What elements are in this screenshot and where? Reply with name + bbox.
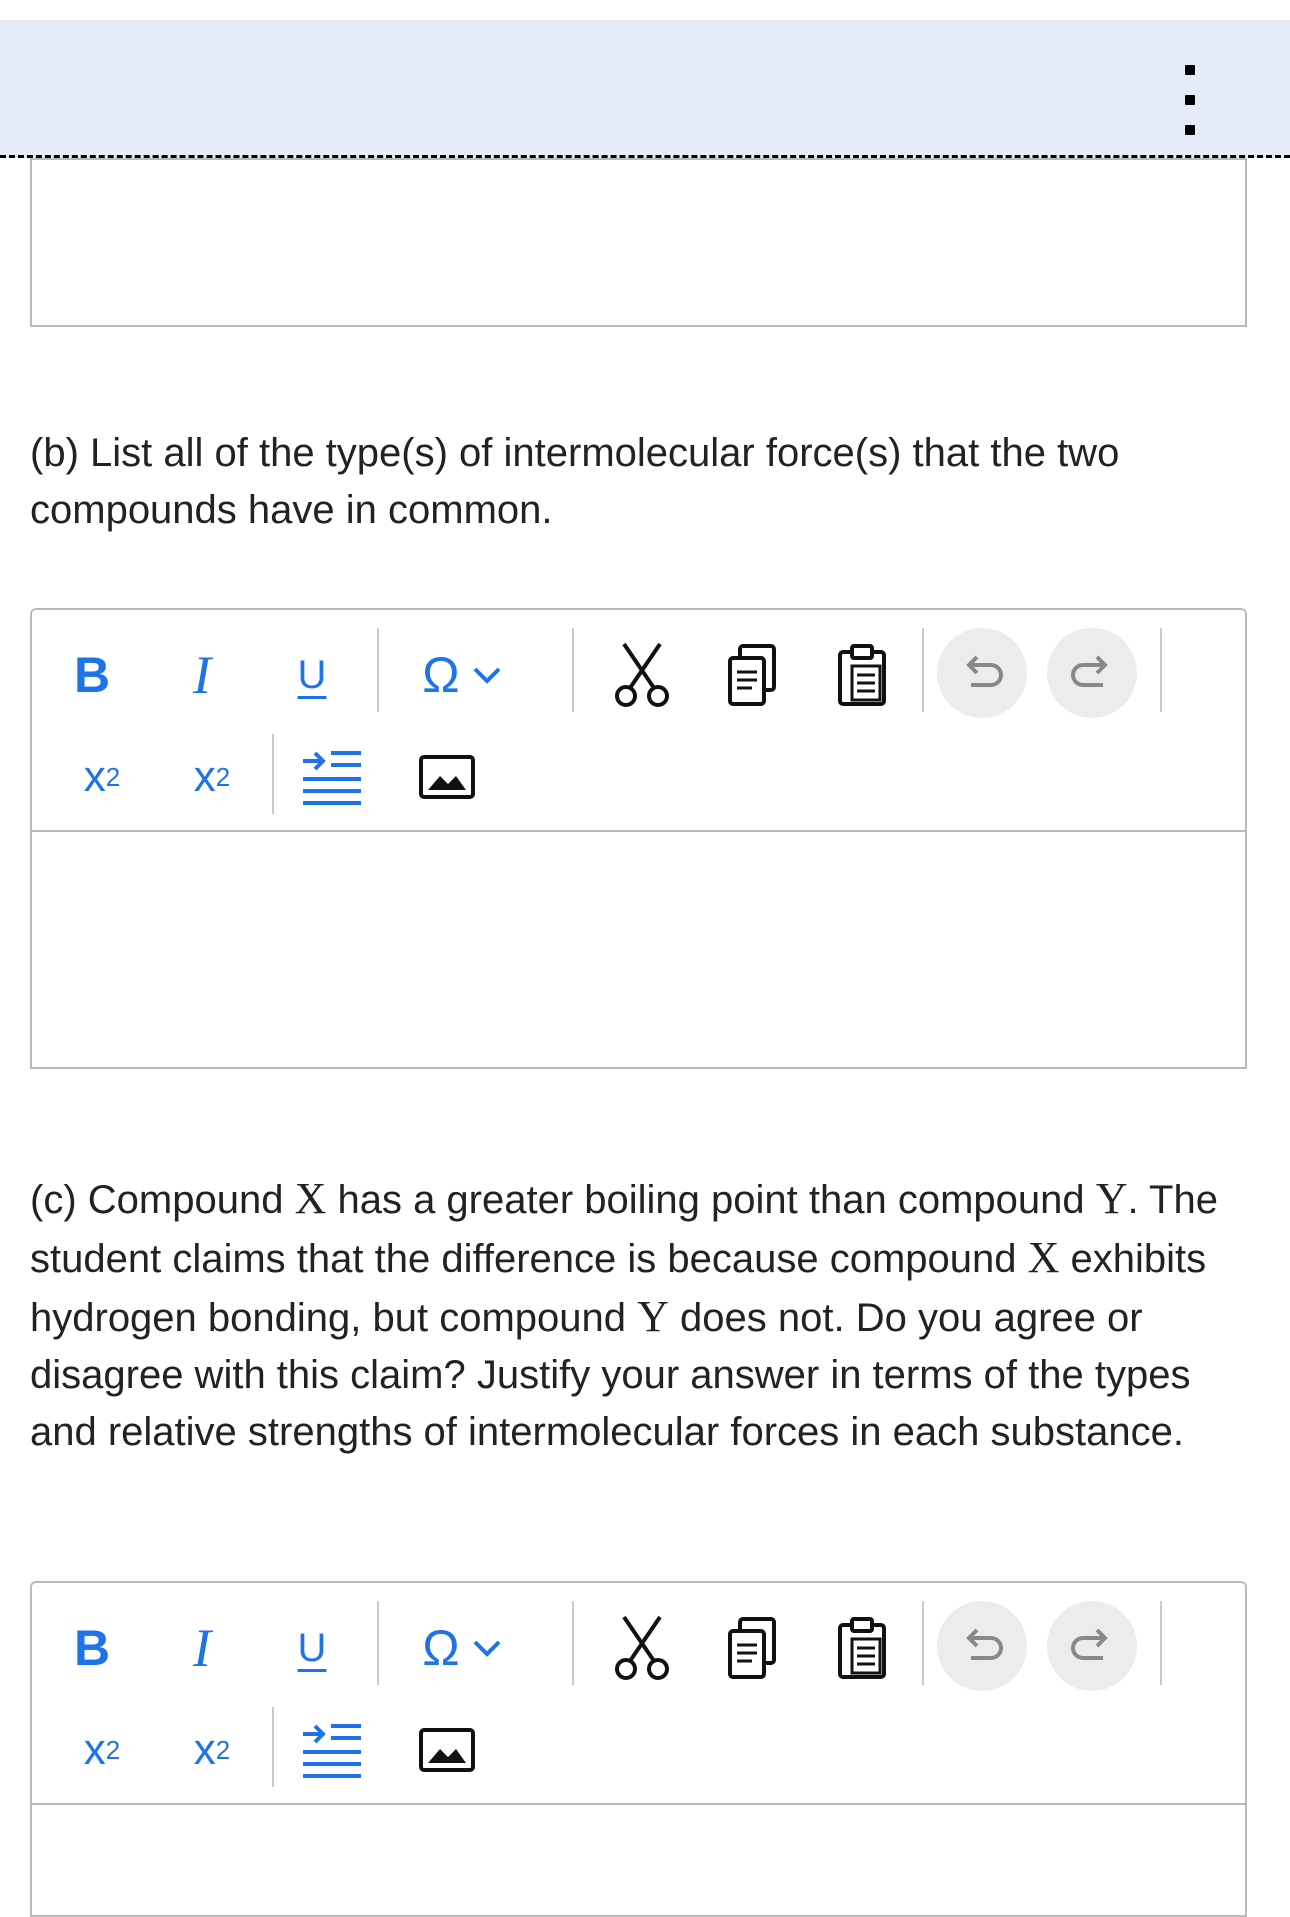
paste-icon — [838, 644, 886, 706]
redo-icon — [1071, 655, 1108, 687]
editor-text-area[interactable] — [32, 1805, 1245, 1915]
italic-button[interactable]: I — [172, 640, 232, 710]
top-bar — [0, 20, 1290, 158]
image-icon — [419, 1728, 475, 1772]
superscript-button[interactable]: x2 — [62, 742, 142, 812]
question-c-text: (c) Compound X has a greater boiling poi… — [30, 1170, 1250, 1461]
bold-label: B — [73, 1620, 111, 1676]
subscript-base: x — [193, 1725, 216, 1774]
compound-x-var: X — [294, 1174, 327, 1223]
bold-label: B — [73, 647, 111, 703]
bold-button[interactable]: B — [62, 1613, 122, 1683]
copy-icon — [728, 644, 776, 706]
subscript-button[interactable]: x2 — [172, 1715, 252, 1785]
compound-y-var: Y — [637, 1292, 669, 1341]
undo-icon — [966, 655, 1003, 687]
editor-toolbar: B I U Ω x2 x2 — [32, 610, 1245, 832]
special-characters-button[interactable]: Ω — [407, 640, 517, 710]
indent-button[interactable] — [297, 740, 367, 815]
underline-label: U — [297, 652, 327, 697]
chevron-down-icon — [473, 667, 501, 684]
superscript-mark: 2 — [105, 761, 121, 792]
redo-button[interactable] — [1047, 628, 1137, 718]
question-c-part: (c) Compound — [30, 1178, 295, 1222]
cut-button[interactable] — [602, 630, 682, 720]
subscript-button[interactable]: x2 — [172, 742, 252, 812]
toolbar-divider — [572, 1601, 574, 1685]
rich-text-editor-c: B I U Ω x2 x2 — [30, 1581, 1247, 1917]
indent-button[interactable] — [297, 1713, 367, 1788]
italic-label: I — [193, 1618, 211, 1678]
underline-label: U — [297, 1625, 327, 1670]
ellipsis-dot — [1185, 65, 1195, 75]
toolbar-divider — [572, 628, 574, 712]
special-characters-button[interactable]: Ω — [407, 1613, 517, 1683]
undo-button[interactable] — [937, 628, 1027, 718]
copy-button[interactable] — [712, 1603, 792, 1693]
toolbar-divider — [272, 1707, 274, 1787]
chevron-down-icon — [473, 1640, 501, 1657]
underline-button[interactable]: U — [282, 640, 342, 710]
compound-y-var: Y — [1095, 1174, 1128, 1223]
scissors-icon — [615, 1615, 669, 1680]
insert-image-button[interactable] — [412, 742, 482, 812]
editor-text-area[interactable] — [32, 832, 1245, 1067]
superscript-button[interactable]: x2 — [62, 1715, 142, 1785]
superscript-mark: 2 — [105, 1734, 121, 1765]
toolbar-divider — [377, 1601, 379, 1685]
bold-button[interactable]: B — [62, 640, 122, 710]
subscript-mark: 2 — [215, 761, 231, 792]
superscript-base: x — [83, 752, 106, 801]
superscript-base: x — [83, 1725, 106, 1774]
insert-image-button[interactable] — [412, 1715, 482, 1785]
toolbar-divider — [922, 1601, 924, 1685]
omega-label: Ω — [422, 1620, 460, 1676]
redo-icon — [1071, 1628, 1108, 1660]
subscript-base: x — [193, 752, 216, 801]
toolbar-divider — [1160, 1601, 1162, 1685]
italic-label: I — [193, 645, 211, 705]
copy-icon — [728, 1617, 776, 1679]
ellipsis-dot — [1185, 95, 1195, 105]
omega-label: Ω — [422, 647, 460, 703]
undo-button[interactable] — [937, 1601, 1027, 1691]
image-icon — [419, 755, 475, 799]
vertical-ellipsis-icon[interactable] — [1180, 65, 1200, 135]
paste-button[interactable] — [822, 630, 902, 720]
rich-text-editor-b: B I U Ω x2 x2 — [30, 608, 1247, 1069]
copy-button[interactable] — [712, 630, 792, 720]
undo-icon — [966, 1628, 1003, 1660]
toolbar-divider — [1160, 628, 1162, 712]
indent-icon — [303, 750, 361, 805]
question-c-part: has a greater boiling point than compoun… — [326, 1178, 1096, 1222]
scissors-icon — [615, 642, 669, 707]
italic-button[interactable]: I — [172, 1613, 232, 1683]
paste-icon — [838, 1617, 886, 1679]
paste-button[interactable] — [822, 1603, 902, 1693]
question-b-body: (b) List all of the type(s) of intermole… — [30, 431, 1120, 532]
subscript-mark: 2 — [215, 1734, 231, 1765]
indent-icon — [303, 1723, 361, 1778]
editor-toolbar: B I U Ω x2 x2 — [32, 1583, 1245, 1805]
question-b-text: (b) List all of the type(s) of intermole… — [30, 425, 1250, 539]
ellipsis-dot — [1185, 125, 1195, 135]
redo-button[interactable] — [1047, 1601, 1137, 1691]
toolbar-divider — [922, 628, 924, 712]
compound-x-var: X — [1027, 1233, 1060, 1282]
answer-area-a[interactable] — [30, 158, 1247, 327]
toolbar-divider — [272, 734, 274, 814]
cut-button[interactable] — [602, 1603, 682, 1693]
toolbar-divider — [377, 628, 379, 712]
underline-button[interactable]: U — [282, 1613, 342, 1683]
